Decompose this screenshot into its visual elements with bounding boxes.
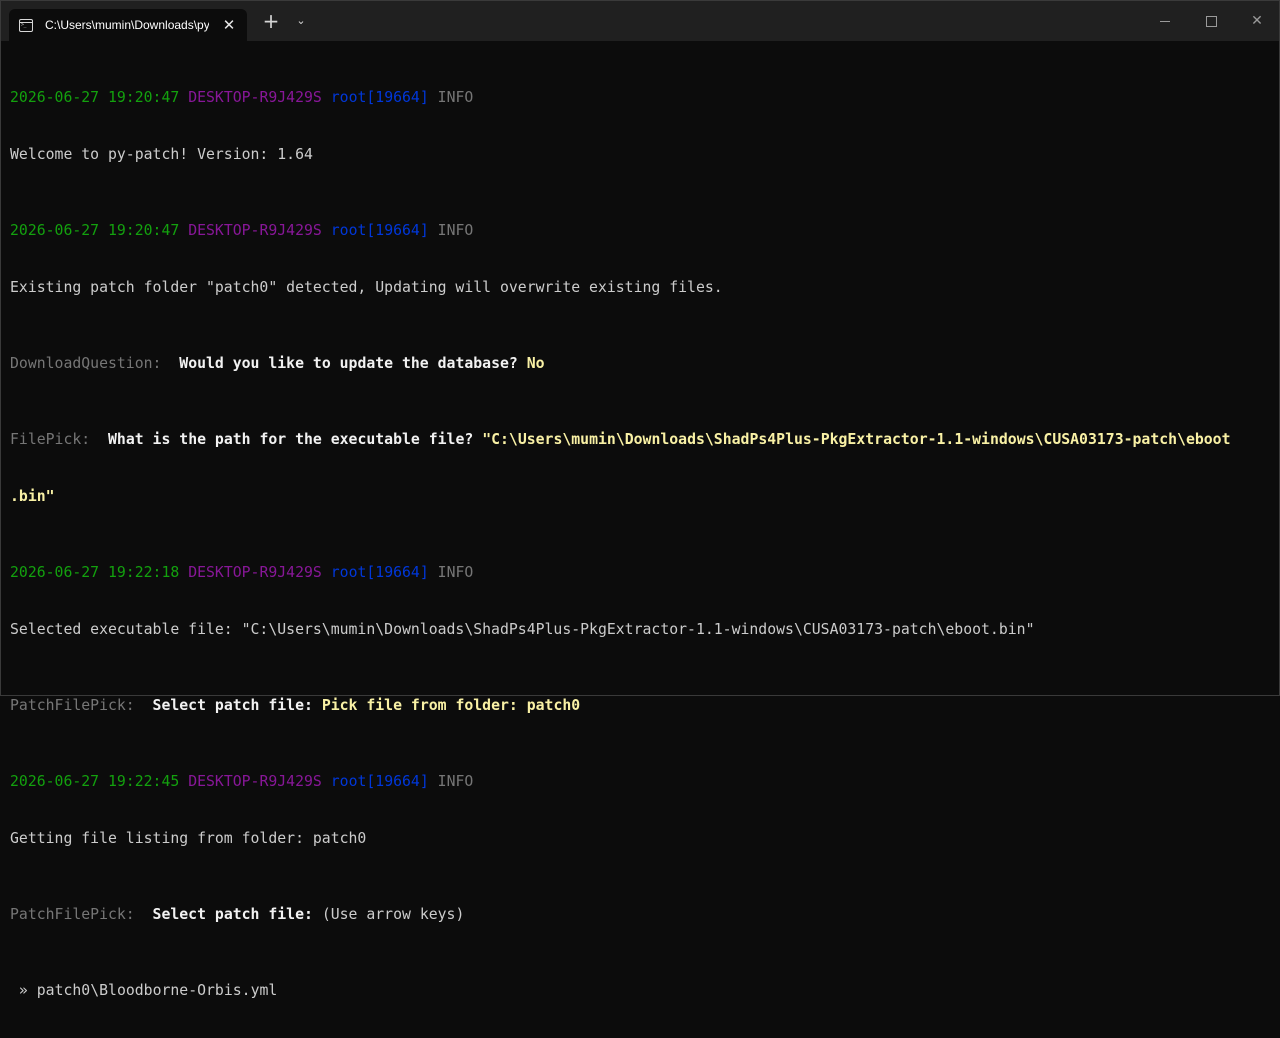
maximize-button[interactable] — [1188, 1, 1234, 41]
prompt-line: PatchFilePick: Select patch file: (Use a… — [10, 905, 1271, 924]
prompt-answer: Pick file from folder: patch0 — [321, 697, 581, 714]
log-date: 2026-06-27 19:22:18 — [10, 564, 180, 581]
log-host: DESKTOP-R9J429S — [188, 773, 322, 790]
log-level: INFO — [437, 564, 474, 581]
terminal-window: C:\Users\mumin\Downloads\py-patch.exe ✕ … — [0, 0, 1280, 999]
close-button[interactable]: ✕ — [1234, 1, 1280, 41]
prompt-tag: PatchFilePick: — [10, 906, 135, 923]
title-bar: C:\Users\mumin\Downloads\py-patch.exe ✕ … — [1, 1, 1279, 41]
prompt-question: Select patch file: — [152, 906, 313, 923]
pointer-icon: » — [18, 982, 28, 999]
log-host: DESKTOP-R9J429S — [188, 89, 322, 106]
log-message: Selected executable file: "C:\Users\mumi… — [10, 621, 1035, 638]
log-date: 2026-06-27 19:20:47 — [10, 222, 180, 239]
log-message: Getting file listing from folder: patch0 — [10, 830, 367, 847]
log-header: 2026-06-27 19:22:18 DESKTOP-R9J429S root… — [10, 563, 1271, 582]
log-message: Welcome to py-patch! Version: 1.64 — [10, 146, 313, 163]
minimize-icon — [1160, 20, 1170, 22]
prompt-answer: No — [526, 355, 545, 372]
option-label: patch0\Bloodborne-Orbis.yml — [36, 982, 278, 999]
prompt-line: FilePick: What is the path for the execu… — [10, 430, 1271, 449]
log-date: 2026-06-27 19:22:45 — [10, 773, 180, 790]
prompt-tag: PatchFilePick: — [10, 697, 135, 714]
prompt-line: PatchFilePick: Select patch file: Pick f… — [10, 696, 1271, 715]
log-user: root[19664] — [330, 564, 429, 581]
log-level: INFO — [437, 773, 474, 790]
log-header: 2026-06-27 19:22:45 DESKTOP-R9J429S root… — [10, 772, 1271, 791]
prompt-line: DownloadQuestion: Would you like to upda… — [10, 354, 1271, 373]
prompt-tag: FilePick: — [10, 431, 91, 448]
maximize-icon — [1205, 15, 1217, 27]
prompt-question: What is the path for the executable file… — [108, 431, 474, 448]
log-user: root[19664] — [330, 89, 429, 106]
log-header: 2026-06-27 19:20:47 DESKTOP-R9J429S root… — [10, 221, 1271, 240]
minimize-button[interactable] — [1142, 1, 1188, 41]
terminal-icon — [19, 18, 33, 32]
log-host: DESKTOP-R9J429S — [188, 564, 322, 581]
log-header: 2026-06-27 19:20:47 DESKTOP-R9J429S root… — [10, 88, 1271, 107]
prompt-answer-wrap: .bin" — [10, 488, 55, 505]
selectable-option[interactable]: » patch0\Bloodborne-Orbis.yml — [10, 981, 1271, 1000]
prompt-question: Select patch file: — [152, 697, 313, 714]
terminal-output[interactable]: 2026-06-27 19:20:47 DESKTOP-R9J429S root… — [10, 50, 1271, 999]
prompt-question: Would you like to update the database? — [179, 355, 518, 372]
chevron-down-icon[interactable]: ⌄ — [286, 7, 316, 35]
log-message: Existing patch folder "patch0" detected,… — [10, 279, 723, 296]
log-date: 2026-06-27 19:20:47 — [10, 89, 180, 106]
log-user: root[19664] — [330, 222, 429, 239]
log-host: DESKTOP-R9J429S — [188, 222, 322, 239]
prompt-hint: (Use arrow keys) — [321, 906, 465, 923]
prompt-tag: DownloadQuestion: — [10, 355, 162, 372]
log-level: INFO — [437, 222, 474, 239]
tab-active[interactable]: C:\Users\mumin\Downloads\py-patch.exe ✕ — [9, 9, 247, 41]
tab-close-icon[interactable]: ✕ — [217, 13, 241, 37]
new-tab-button[interactable]: + — [256, 7, 286, 35]
log-user: root[19664] — [330, 773, 429, 790]
tab-title: C:\Users\mumin\Downloads\py-patch.exe — [45, 18, 209, 32]
prompt-answer: "C:\Users\mumin\Downloads\ShadPs4Plus-Pk… — [482, 431, 1231, 448]
log-level: INFO — [437, 89, 474, 106]
